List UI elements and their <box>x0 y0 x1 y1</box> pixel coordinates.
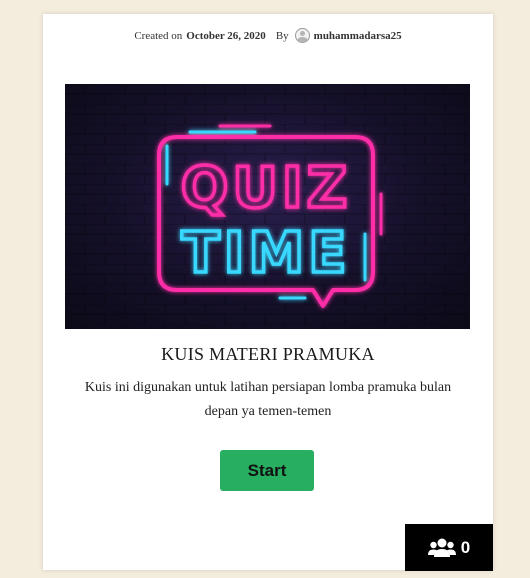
start-button[interactable]: Start <box>220 450 314 491</box>
user-avatar-icon <box>294 28 310 43</box>
by-label: By <box>275 29 289 42</box>
created-date: October 26, 2020 <box>186 29 266 42</box>
players-count: 0 <box>460 537 471 557</box>
players-count-badge: 0 <box>405 524 493 571</box>
quiz-card: Created on October 26, 2020 By muhammada… <box>43 14 493 570</box>
author-name: muhammadarsa25 <box>313 29 402 42</box>
quiz-description: Kuis ini digunakan untuk latihan persiap… <box>84 380 452 419</box>
cover-text-quiz: QUIZ <box>181 156 352 221</box>
users-icon <box>427 538 456 557</box>
quiz-meta: Created on October 26, 2020 By muhammada… <box>43 28 493 43</box>
quiz-title: KUIS MATERI PRAMUKA <box>161 344 375 364</box>
created-label: Created on <box>134 29 183 42</box>
quiz-cover-image: QUIZ TIME <box>65 84 470 329</box>
cover-text-time: TIME <box>181 221 350 286</box>
